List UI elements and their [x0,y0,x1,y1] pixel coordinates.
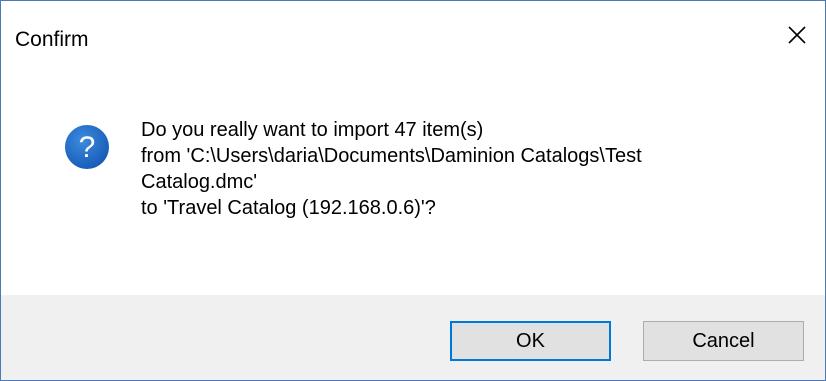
question-icon: ? [65,125,109,169]
title-bar: Confirm [1,1,825,77]
confirm-dialog: Confirm ? Do you really want to import 4… [0,0,826,381]
close-icon [788,26,806,44]
message-line: from 'C:\Users\daria\Documents\Daminion … [141,145,642,167]
svg-text:?: ? [79,131,96,164]
close-button[interactable] [769,7,825,63]
message-line: Do you really want to import 47 item(s) [141,119,484,141]
button-bar: OK Cancel [1,295,825,380]
message-line: to 'Travel Catalog (192.168.0.6)'? [141,197,436,219]
message-text: Do you really want to import 47 item(s) … [141,117,801,221]
cancel-button[interactable]: Cancel [643,321,804,361]
message-line: Catalog.dmc' [141,171,258,193]
dialog-title: Confirm [15,28,89,51]
ok-button[interactable]: OK [450,321,611,361]
dialog-content: ? Do you really want to import 47 item(s… [1,77,825,295]
